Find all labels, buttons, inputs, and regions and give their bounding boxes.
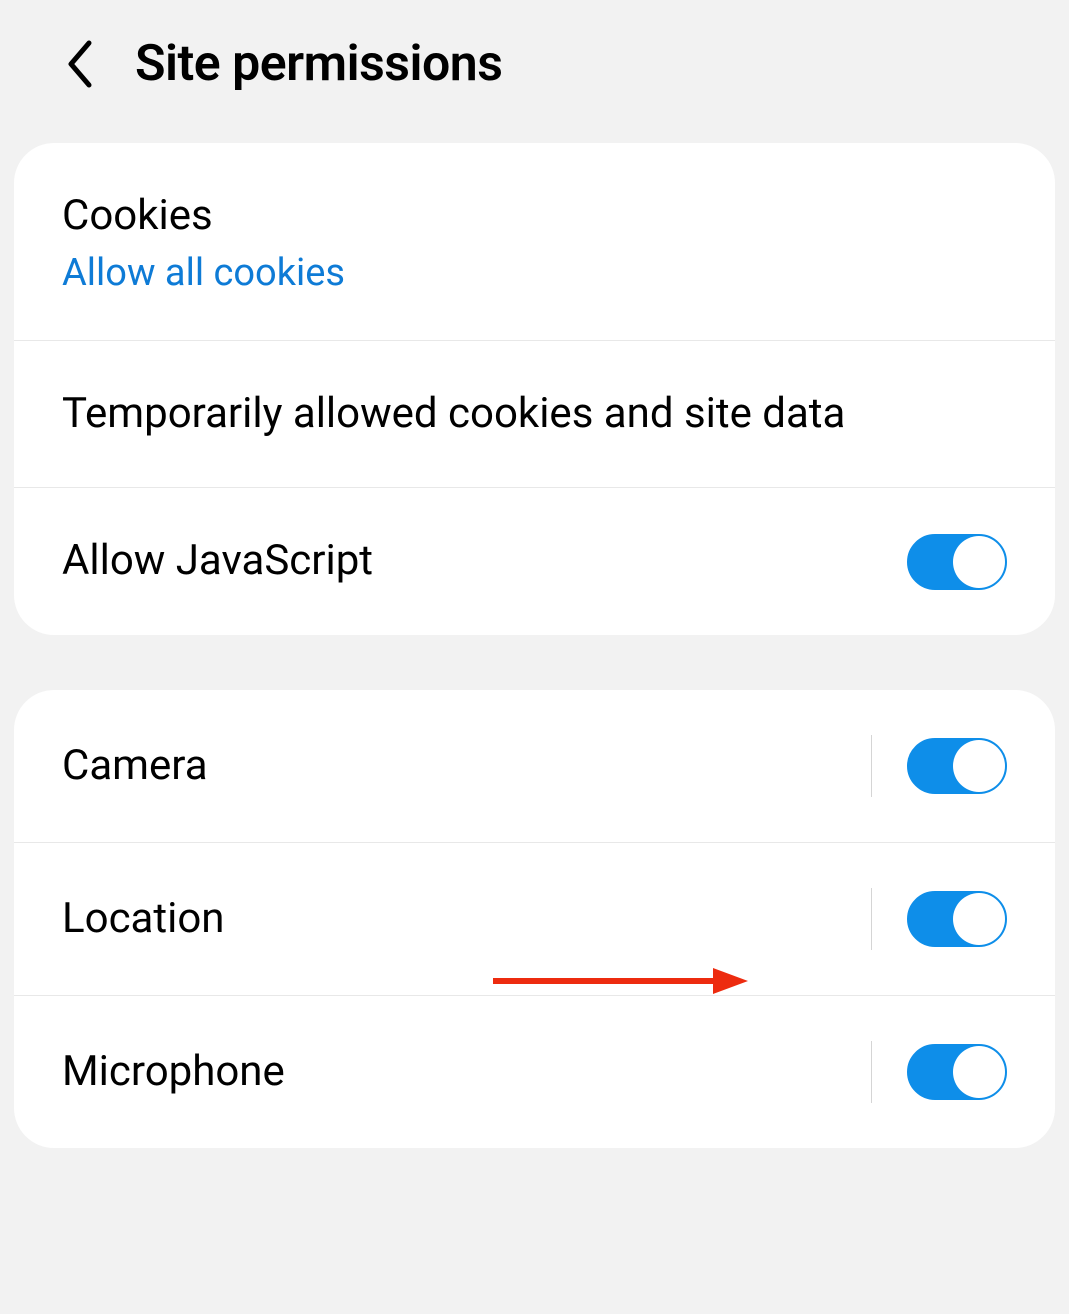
javascript-title: Allow JavaScript [62,533,907,590]
camera-title: Camera [62,738,871,795]
location-toggle[interactable] [907,891,1007,947]
microphone-title: Microphone [62,1044,871,1101]
vertical-divider [871,888,872,950]
settings-group-2: Camera Location Microphone [14,690,1055,1148]
cookies-subtitle: Allow all cookies [62,251,1007,295]
row-controls [871,1041,1007,1103]
toggle-knob [953,740,1005,792]
row-text: Temporarily allowed cookies and site dat… [62,386,1007,443]
page-header: Site permissions [0,0,1069,143]
row-controls [871,735,1007,797]
toggle-knob [953,1046,1005,1098]
row-text: Allow JavaScript [62,533,907,590]
camera-toggle[interactable] [907,738,1007,794]
vertical-divider [871,1041,872,1103]
row-controls [907,534,1007,590]
location-title: Location [62,891,871,948]
javascript-row[interactable]: Allow JavaScript [14,488,1055,635]
page-title: Site permissions [135,35,502,93]
microphone-toggle[interactable] [907,1044,1007,1100]
javascript-toggle[interactable] [907,534,1007,590]
row-text: Microphone [62,1044,871,1101]
cookies-title: Cookies [62,188,1007,245]
location-row[interactable]: Location [14,843,1055,996]
cookies-row[interactable]: Cookies Allow all cookies [14,143,1055,341]
settings-group-1: Cookies Allow all cookies Temporarily al… [14,143,1055,635]
toggle-knob [953,893,1005,945]
toggle-knob [953,536,1005,588]
temp-cookies-row[interactable]: Temporarily allowed cookies and site dat… [14,341,1055,489]
row-text: Camera [62,738,871,795]
camera-row[interactable]: Camera [14,690,1055,843]
row-text: Cookies Allow all cookies [62,188,1007,295]
row-controls [871,888,1007,950]
vertical-divider [871,735,872,797]
microphone-row[interactable]: Microphone [14,996,1055,1148]
temp-cookies-title: Temporarily allowed cookies and site dat… [62,386,1007,443]
row-text: Location [62,891,871,948]
back-icon[interactable] [65,39,95,89]
